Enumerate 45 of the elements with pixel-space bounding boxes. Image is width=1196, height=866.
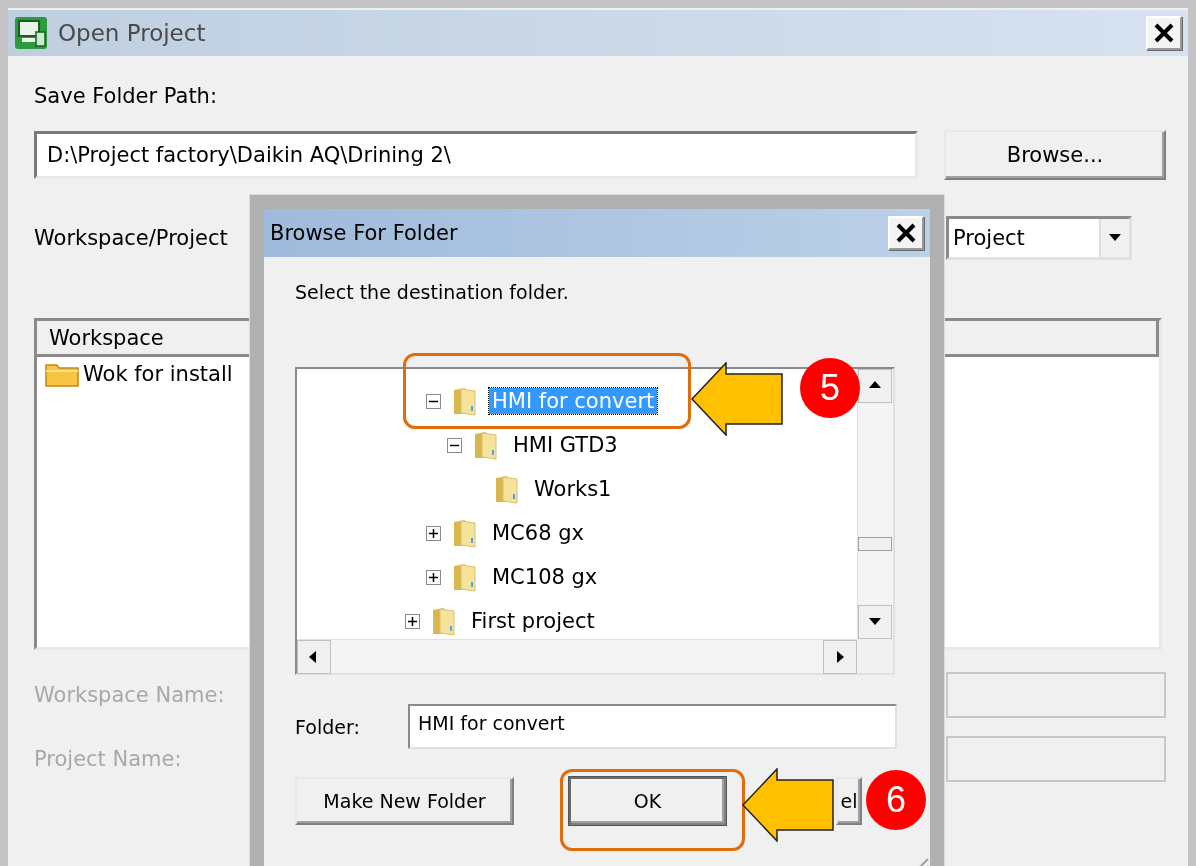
field-label: Project Name:: [34, 747, 182, 771]
scroll-thumb[interactable]: [858, 537, 892, 551]
dialog-button[interactable]: el: [836, 777, 862, 825]
project-dropdown[interactable]: Project: [946, 216, 1132, 260]
close-button[interactable]: [888, 216, 924, 250]
close-icon: [895, 222, 917, 244]
instruction-text: Select the destination folder.: [295, 281, 570, 303]
dialog-button[interactable]: OK: [569, 777, 726, 825]
tree-expander[interactable]: [426, 393, 441, 409]
dialog-button[interactable]: Make New Folder: [295, 777, 514, 825]
folder-icon: [451, 386, 477, 416]
dialog-title: Browse For Folder: [270, 221, 459, 245]
folder-field[interactable]: HMI for convert: [408, 704, 897, 749]
tree-expander[interactable]: [426, 569, 441, 585]
folder-icon: [45, 361, 79, 387]
horizontal-scrollbar[interactable]: [297, 639, 857, 673]
tree-item[interactable]: MC68 gx: [489, 520, 587, 546]
close-button[interactable]: [1146, 16, 1182, 50]
list-item[interactable]: Wok for install: [83, 362, 233, 386]
app-icon: [14, 16, 48, 50]
field-label: Save Folder Path:: [34, 84, 218, 108]
folder-icon: [451, 518, 477, 548]
tree-item[interactable]: HMI GTD3: [510, 432, 621, 458]
path-field[interactable]: D:\Project factory\Daikin AQ\Drining 2\: [34, 131, 918, 179]
tree-expander[interactable]: [447, 437, 462, 453]
scrollbar-corner: [857, 639, 893, 673]
field-label: Folder:: [295, 715, 360, 738]
field-label: Workspace Name:: [34, 683, 225, 707]
field-label: Workspace/Project: [34, 226, 228, 250]
expand-icon: [429, 572, 438, 582]
browse-button[interactable]: Browse...: [944, 130, 1166, 180]
folder-icon: [430, 606, 456, 636]
folder-icon: [451, 562, 477, 592]
tree-expander[interactable]: [405, 613, 420, 629]
folder-icon: [493, 474, 519, 504]
folder-icon: [472, 430, 498, 460]
window-title: Open Project: [58, 20, 207, 46]
tree-item[interactable]: First project: [468, 608, 598, 634]
tree-item[interactable]: Works1: [531, 476, 615, 502]
tree-expander[interactable]: [426, 525, 441, 541]
vertical-scrollbar[interactable]: [857, 369, 893, 639]
expand-icon: [429, 528, 438, 538]
close-icon: [1153, 22, 1175, 44]
expand-icon: [408, 616, 417, 626]
tree-item[interactable]: MC108 gx: [489, 564, 601, 590]
